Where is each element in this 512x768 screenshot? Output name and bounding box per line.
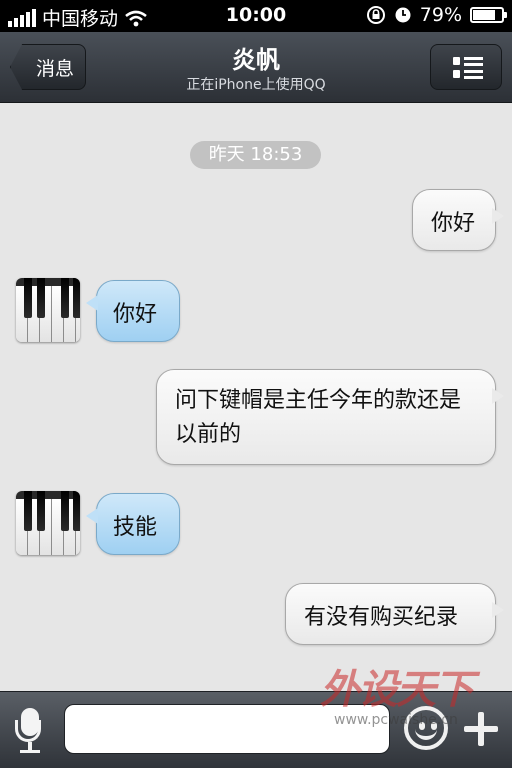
qq-chat-screen: 中国移动 10:00 79% 消息 炎帆 正在iPhone上使用QQ 昨天 18…	[0, 0, 512, 768]
microphone-icon[interactable]	[12, 708, 48, 754]
incoming-message[interactable]: 技能	[86, 493, 180, 555]
rotation-lock-icon	[366, 6, 385, 24]
battery-icon	[470, 7, 507, 23]
plus-icon[interactable]	[462, 710, 500, 748]
contact-avatar[interactable]	[16, 491, 80, 555]
contact-avatar[interactable]	[16, 278, 80, 342]
incoming-message[interactable]: 你好	[86, 280, 180, 342]
outgoing-message[interactable]: 问下键帽是主任今年的款还是以前的	[156, 369, 504, 465]
navigation-bar: 消息 炎帆 正在iPhone上使用QQ	[0, 32, 512, 103]
smiley-icon[interactable]	[404, 706, 448, 750]
battery-fill	[473, 10, 495, 20]
outgoing-message[interactable]: 你好	[412, 189, 504, 251]
list-icon	[453, 57, 483, 79]
message-text: 问下键帽是主任今年的款还是以前的	[175, 388, 462, 447]
message-text: 有没有购买纪录	[304, 605, 459, 630]
message-text: 技能	[113, 515, 158, 540]
menu-button[interactable]	[430, 44, 502, 90]
input-bar	[0, 691, 512, 768]
chat-area[interactable]: 昨天 18:53 你好 你好 问下键帽是主任今年的款还是以前的 技能 有没有购买…	[0, 103, 512, 691]
outgoing-message[interactable]: 有没有购买纪录	[285, 583, 504, 645]
message-timestamp: 昨天 18:53	[190, 141, 321, 169]
battery-percent: 79%	[419, 4, 462, 26]
alarm-clock-icon	[395, 7, 411, 23]
message-input[interactable]	[64, 704, 390, 754]
status-bar: 中国移动 10:00 79%	[0, 0, 512, 32]
message-text: 你好	[113, 302, 158, 327]
message-text: 你好	[431, 211, 476, 236]
